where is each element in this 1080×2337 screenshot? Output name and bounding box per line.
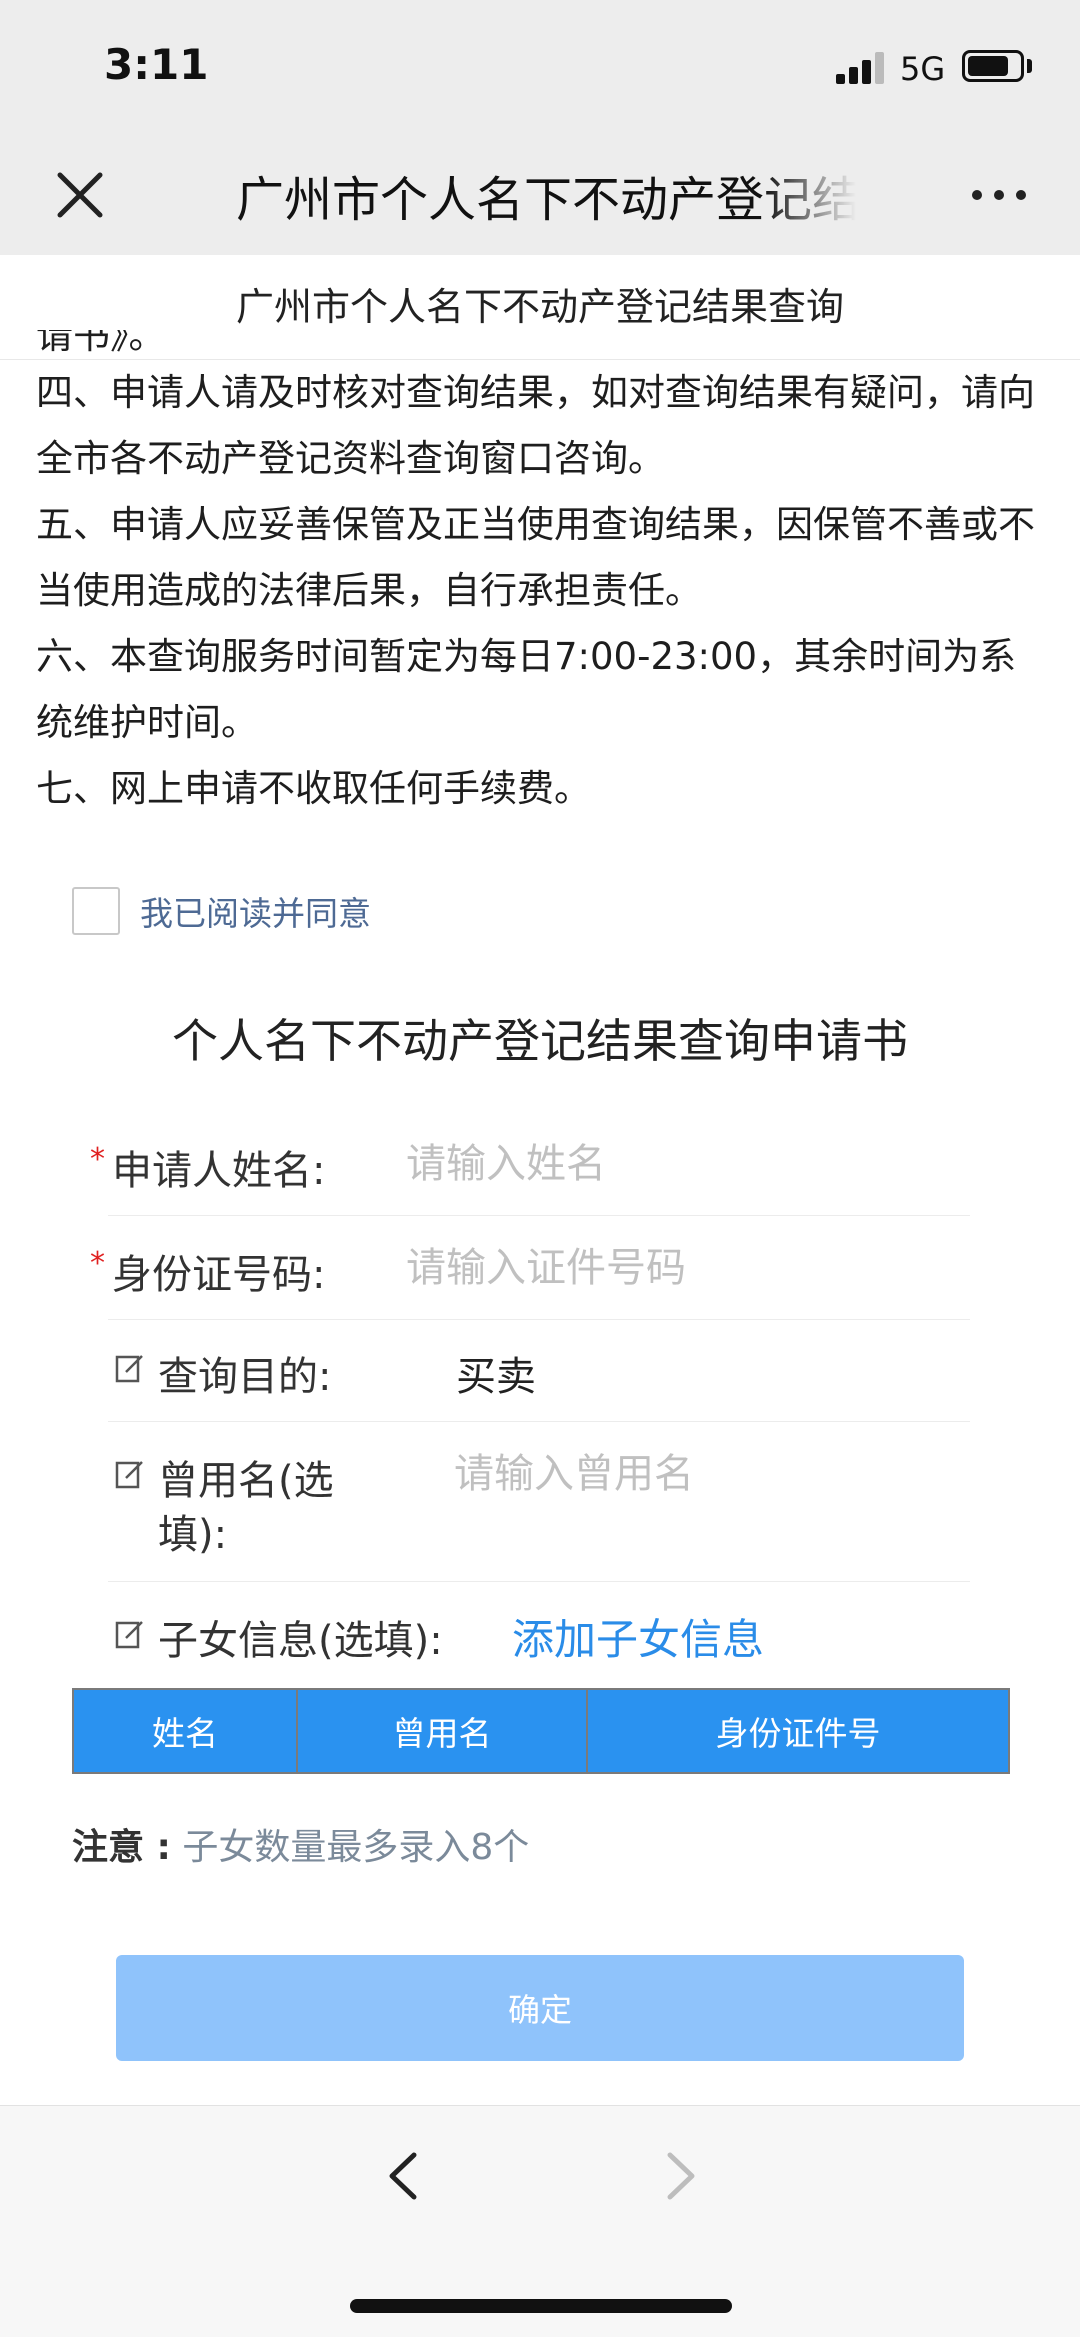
status-bar: 3:11 5G (0, 0, 1080, 140)
former-name-label-line1: 曾用名(选 (158, 1458, 334, 1504)
agreement-label[interactable]: 我已阅读并同意 (140, 887, 371, 935)
signal-icon (836, 52, 884, 84)
column-former-name: 曾用名 (296, 1688, 588, 1774)
more-icon[interactable] (972, 180, 1032, 210)
name-label: 申请人姓名: (112, 1148, 326, 1194)
battery-icon (962, 50, 1024, 82)
agreement-row[interactable]: 我已阅读并同意 (72, 886, 371, 936)
edit-icon (115, 1621, 143, 1649)
notice-text: 请书》。 四、申请人请及时核对查询结果，如对查询结果有疑问，请向全市各不动产登记… (36, 330, 1046, 822)
chevron-left-icon[interactable] (378, 2141, 428, 2211)
network-label: 5G (900, 50, 946, 88)
id-number-input[interactable] (406, 1238, 966, 1298)
column-name: 姓名 (72, 1688, 298, 1774)
purpose-value[interactable]: 买卖 (456, 1344, 536, 1402)
notice-item-6: 六、本查询服务时间暂定为每日7:00-23:00，其余时间为系统维护时间。 (36, 635, 1017, 744)
note-text: 子女数量最多录入8个 (182, 1827, 530, 1868)
add-children-link[interactable]: 添加子女信息 (512, 1606, 764, 1667)
note-label: 注意 : (72, 1827, 171, 1868)
edit-icon (115, 1355, 143, 1383)
required-mark: * (90, 1142, 105, 1177)
chevron-right-icon[interactable] (656, 2141, 706, 2211)
form-row-name: * 申请人姓名: (90, 1120, 970, 1216)
purpose-label: 查询目的: (158, 1354, 332, 1400)
close-icon[interactable] (50, 165, 110, 225)
agreement-checkbox[interactable] (72, 887, 120, 935)
confirm-button[interactable]: 确定 (116, 1955, 964, 2061)
note: 注意 : 子女数量最多录入8个 (72, 1818, 529, 1870)
form-row-former-name: 曾用名(选 填): (108, 1422, 970, 1582)
nav-title: 广州市个人名下不动产登记结 (236, 172, 856, 228)
id-label: 身份证号码: (112, 1252, 326, 1298)
form-row-children: 子女信息(选填): 添加子女信息 (108, 1582, 970, 1682)
children-table: 姓名 曾用名 身份证件号 (72, 1688, 1010, 1774)
form-row-id: * 身份证号码: (90, 1216, 970, 1320)
battery-nub (1027, 59, 1032, 73)
notice-item-4: 四、申请人请及时核对查询结果，如对查询结果有疑问，请向全市各不动产登记资料查询窗… (36, 371, 1035, 480)
status-time: 3:11 (104, 40, 209, 89)
notice-item-7: 七、网上申请不收取任何手续费。 (36, 767, 591, 810)
table-header-row: 姓名 曾用名 身份证件号 (72, 1688, 1010, 1774)
name-input[interactable] (406, 1134, 966, 1194)
nav-bar: 广州市个人名下不动产登记结 (0, 140, 1080, 255)
former-name-input[interactable] (454, 1444, 964, 1504)
form-row-purpose: 查询目的: 买卖 (108, 1320, 970, 1422)
home-indicator (350, 2299, 732, 2313)
former-name-label-line2: 填): (158, 1512, 228, 1558)
notice-cut-line: 请书》。 (36, 330, 166, 357)
required-mark: * (90, 1246, 105, 1281)
children-label: 子女信息(选填): (158, 1618, 443, 1664)
edit-icon (115, 1461, 143, 1489)
notice-item-5: 五、申请人应妥善保管及正当使用查询结果，因保管不善或不当使用造成的法律后果，自行… (36, 503, 1035, 612)
form-title: 个人名下不动产登记结果查询申请书 (172, 1014, 908, 1068)
column-id-number: 身份证件号 (586, 1688, 1010, 1774)
